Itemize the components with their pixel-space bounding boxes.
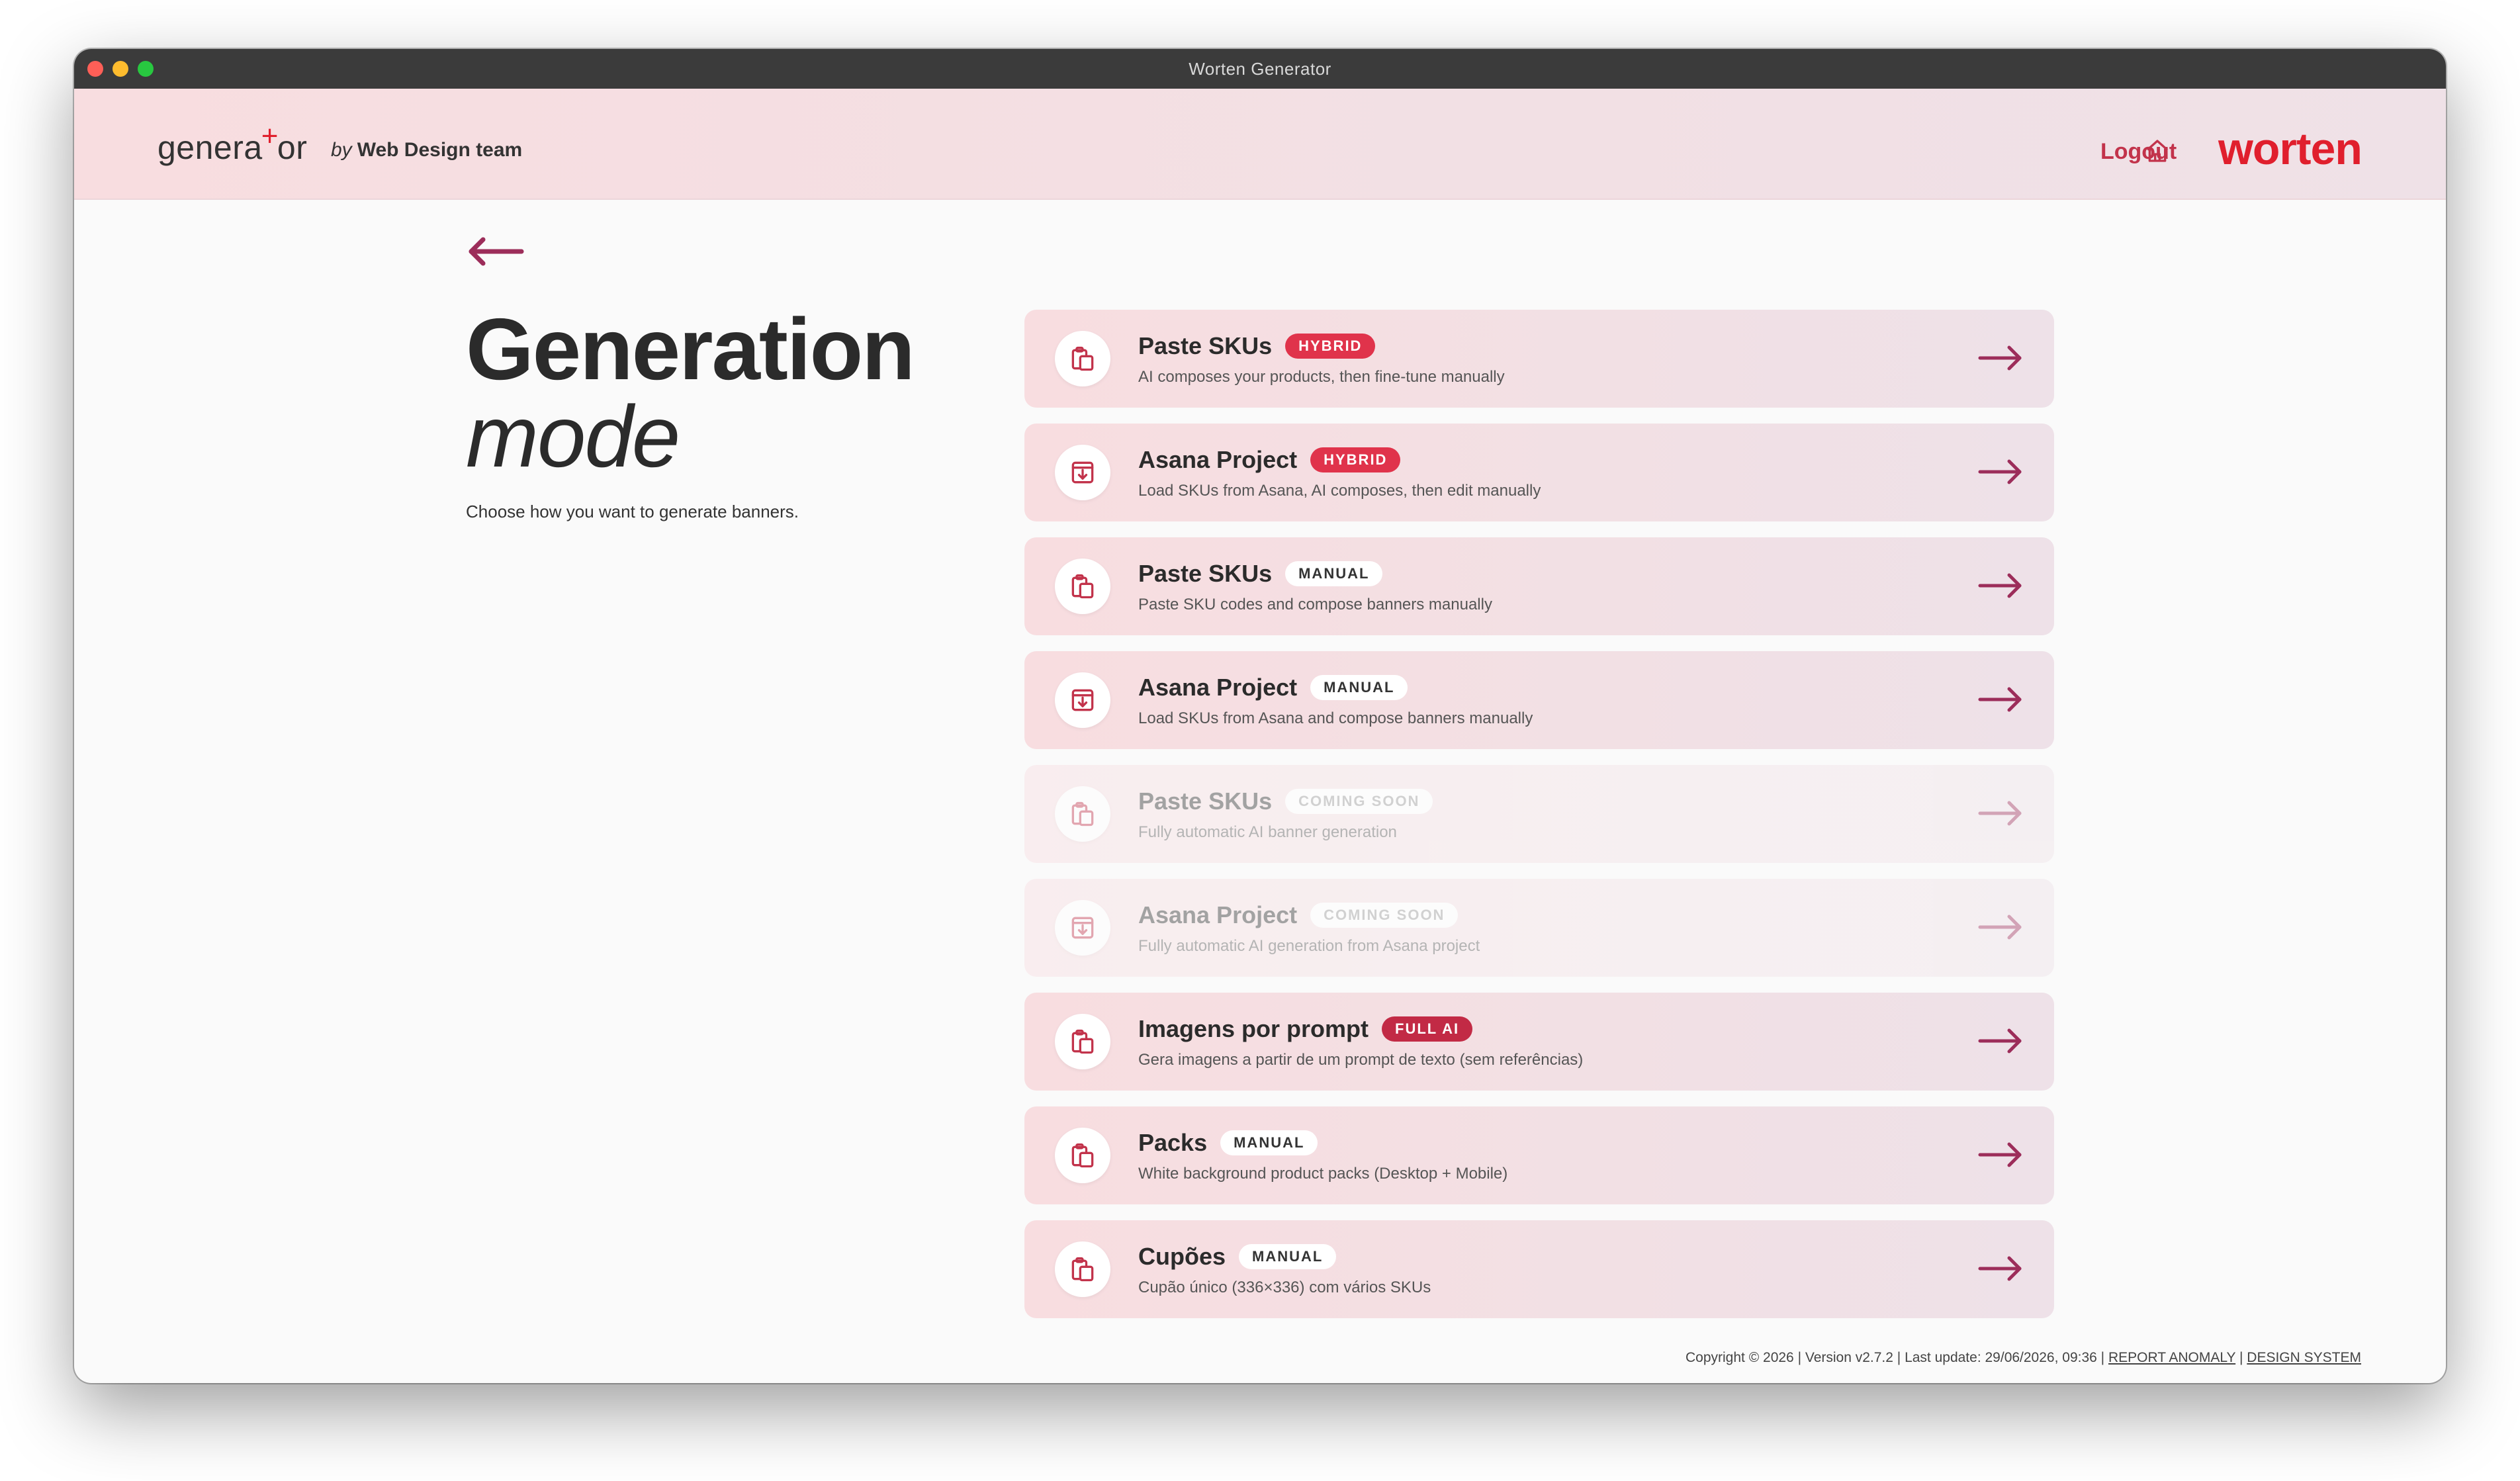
mode-card-packs[interactable]: Packs MANUAL White background product pa… (1024, 1106, 2054, 1204)
page-description: Choose how you want to generate banners. (466, 502, 799, 521)
app-window: Worten Generator genera+or by Web Design … (74, 49, 2446, 1383)
clipboard-icon (1071, 1143, 1094, 1168)
arrow-right-icon (1978, 1028, 2022, 1054)
app-header: genera+or by Web Design team Logout worte… (74, 89, 2446, 200)
card-description: Gera imagens a partir de um prompt de te… (1138, 1051, 1584, 1069)
download-box-icon (1071, 461, 1094, 484)
card-title: Asana Project (1138, 446, 1298, 473)
report-anomaly-link[interactable]: REPORT ANOMALY (2108, 1350, 2235, 1365)
card-title-row: Asana Project HYBRID (1138, 446, 1401, 474)
card-title-row: Asana Project COMING SOON (1138, 901, 1459, 929)
card-description: Load SKUs from Asana and compose banners… (1138, 709, 1533, 727)
card-description: Fully automatic AI banner generation (1138, 823, 1397, 841)
card-description: Cupão único (336×336) com vários SKUs (1138, 1279, 1431, 1296)
arrow-right-icon (1978, 915, 2022, 940)
card-icon-badge (1055, 445, 1110, 500)
clipboard-icon (1071, 801, 1094, 827)
arrow-right-icon (1978, 1256, 2022, 1281)
download-box-icon (1071, 917, 1094, 939)
mode-badge: MANUAL (1285, 561, 1383, 586)
mode-badge: COMING SOON (1310, 903, 1459, 928)
arrow-right-icon (1978, 345, 2022, 371)
close-window-button[interactable] (87, 61, 103, 77)
card-icon-badge (1055, 559, 1110, 614)
app-logo[interactable]: genera+or (158, 120, 308, 167)
mode-card-cupoes[interactable]: Cupões MANUAL Cupão único (336×336) com … (1024, 1220, 2054, 1318)
card-title-row: Paste SKUs COMING SOON (1138, 787, 1433, 815)
window-title: Worten Generator (1189, 58, 1331, 79)
arrow-right-icon (1978, 573, 2022, 598)
mode-badge: HYBRID (1310, 447, 1401, 472)
card-icon-badge (1055, 331, 1110, 386)
byline-by: by (331, 139, 352, 161)
arrow-right-icon (1978, 801, 2022, 826)
mode-card-paste-skus-coming-soon: Paste SKUs COMING SOON Fully automatic A… (1024, 765, 2054, 863)
byline: by Web Design team (331, 139, 522, 161)
mode-card-paste-skus-hybrid[interactable]: Paste SKUs HYBRID AI composes your produ… (1024, 310, 2054, 408)
card-icon-badge (1055, 1014, 1110, 1069)
mode-card-asana-project-manual[interactable]: Asana Project MANUAL Load SKUs from Asan… (1024, 651, 2054, 749)
clipboard-icon (1071, 1029, 1094, 1054)
clipboard-icon (1071, 1257, 1094, 1282)
card-title-row: Cupões MANUAL (1138, 1243, 1337, 1271)
card-icon-badge (1055, 900, 1110, 956)
arrow-right-icon (1978, 1142, 2022, 1167)
mode-list: Paste SKUs HYBRID AI composes your produ… (1024, 310, 2054, 1334)
clipboard-icon (1071, 346, 1094, 371)
logo-plus: + (261, 120, 279, 152)
arrow-right-icon (1978, 687, 2022, 712)
logo-text-right: or (277, 129, 308, 166)
clipboard-icon (1071, 574, 1094, 599)
mode-card-asana-project-hybrid[interactable]: Asana Project HYBRID Load SKUs from Asan… (1024, 424, 2054, 521)
card-description: AI composes your products, then fine-tun… (1138, 368, 1505, 386)
card-description: Fully automatic AI generation from Asana… (1138, 937, 1480, 955)
card-description: Paste SKU codes and compose banners manu… (1138, 596, 1492, 613)
mode-card-imagens-por-prompt[interactable]: Imagens por prompt FULL AI Gera imagens … (1024, 993, 2054, 1091)
maximize-window-button[interactable] (138, 61, 154, 77)
card-title: Paste SKUs (1138, 332, 1273, 359)
card-title: Paste SKUs (1138, 787, 1273, 815)
mode-badge: COMING SOON (1285, 789, 1433, 814)
arrow-right-icon (1978, 459, 2022, 484)
card-title: Cupões (1138, 1243, 1226, 1270)
mode-card-paste-skus-manual[interactable]: Paste SKUs MANUAL Paste SKU codes and co… (1024, 537, 2054, 635)
mode-badge: HYBRID (1285, 334, 1376, 359)
card-title-row: Imagens por prompt FULL AI (1138, 1015, 1473, 1043)
card-title: Imagens por prompt (1138, 1015, 1369, 1042)
back-arrow-icon[interactable] (466, 234, 525, 269)
card-title-row: Paste SKUs HYBRID (1138, 332, 1376, 360)
card-title: Asana Project (1138, 674, 1298, 701)
mode-badge: MANUAL (1310, 675, 1408, 700)
page-subtitle: mode (466, 388, 680, 485)
logo-text-left: genera (158, 129, 263, 166)
footer: Copyright © 2026 | Version v2.7.2 | Last… (1686, 1350, 2361, 1366)
mode-badge: FULL AI (1382, 1016, 1473, 1042)
mode-card-asana-project-coming-soon: Asana Project COMING SOON Fully automati… (1024, 879, 2054, 977)
title-bar: Worten Generator (74, 49, 2446, 89)
card-icon-badge (1055, 786, 1110, 842)
mode-badge: MANUAL (1220, 1130, 1318, 1155)
card-icon-badge (1055, 1241, 1110, 1297)
download-box-icon (1071, 689, 1094, 711)
card-title-row: Asana Project MANUAL (1138, 674, 1408, 701)
card-icon-badge (1055, 672, 1110, 728)
byline-team: Web Design team (357, 139, 523, 161)
card-icon-badge (1055, 1128, 1110, 1183)
card-title: Asana Project (1138, 901, 1298, 928)
brand-logo[interactable]: worten (2218, 123, 2362, 175)
page-title: Generation (466, 300, 915, 398)
card-description: White background product packs (Desktop … (1138, 1165, 1508, 1183)
card-title: Paste SKUs (1138, 560, 1273, 587)
design-system-link[interactable]: DESIGN SYSTEM (2247, 1350, 2361, 1365)
footer-text: Copyright © 2026 | Version v2.7.2 | Last… (1686, 1350, 2105, 1365)
card-title-row: Packs MANUAL (1138, 1129, 1318, 1157)
minimize-window-button[interactable] (112, 61, 128, 77)
card-description: Load SKUs from Asana, AI composes, then … (1138, 482, 1541, 500)
mode-badge: MANUAL (1239, 1244, 1337, 1269)
home-icon[interactable] (2144, 138, 2171, 164)
window-controls (87, 61, 154, 77)
card-title-row: Paste SKUs MANUAL (1138, 560, 1383, 588)
card-title: Packs (1138, 1129, 1208, 1156)
footer-separator: | (2239, 1350, 2243, 1365)
